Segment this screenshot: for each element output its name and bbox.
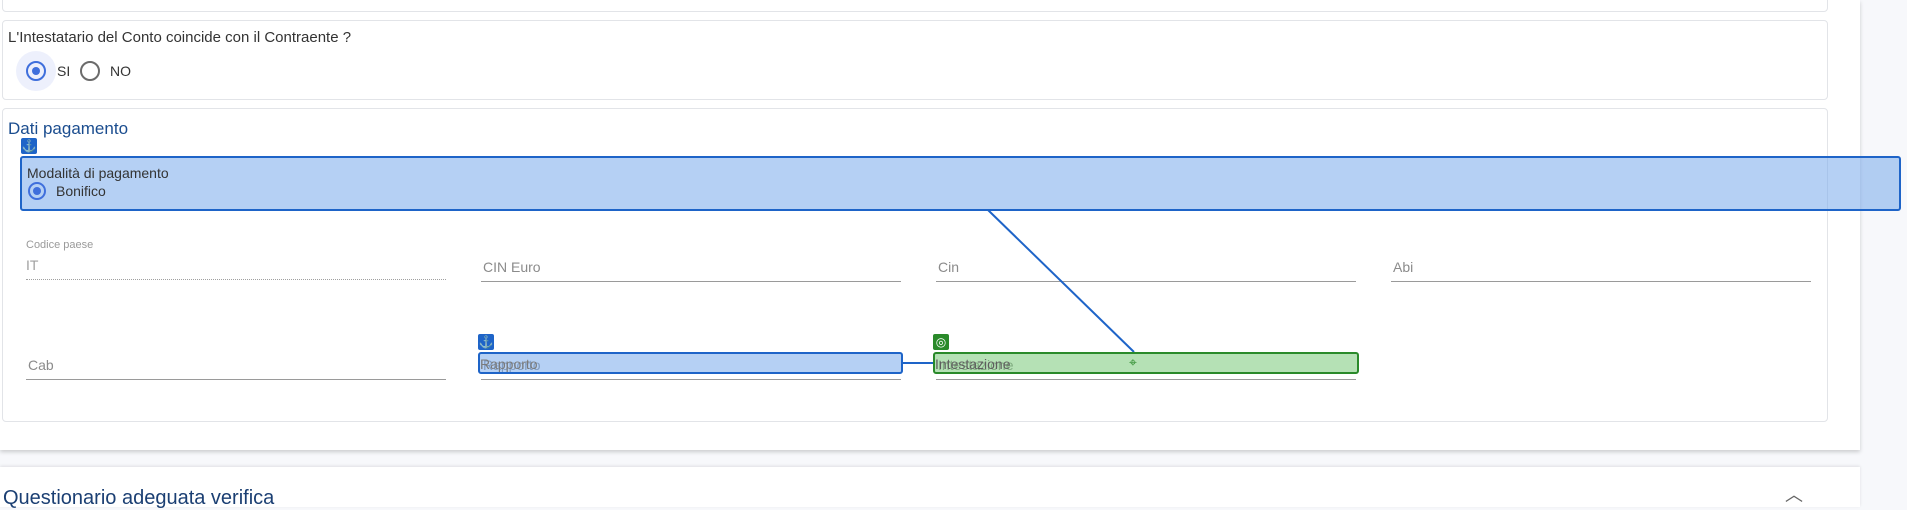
target-icon: ◎	[933, 334, 949, 350]
radio-bonifico[interactable]	[28, 182, 46, 200]
cab-underline	[26, 379, 446, 380]
payment-mode-label: Modalità di pagamento	[27, 165, 169, 181]
radio-si-dot	[32, 67, 40, 75]
payment-mode-highlight[interactable]: Modalità di pagamento Bonifico	[20, 156, 1901, 211]
radio-si[interactable]	[26, 61, 46, 81]
owner-question-card: L'Intestatario del Conto coincide con il…	[2, 20, 1828, 100]
country-code-value: IT	[26, 257, 39, 273]
cin-euro-field[interactable]: CIN Euro	[481, 259, 901, 293]
intestazione-overlay-text: Intestazione	[935, 356, 1011, 372]
owner-question-text: L'Intestatario del Conto coincide con il…	[8, 29, 352, 46]
country-code-underline	[26, 279, 446, 280]
rapporto-highlight[interactable]	[478, 352, 903, 374]
cin-field[interactable]: Cin	[936, 259, 1356, 293]
radio-si-label: SI	[57, 63, 71, 79]
previous-card	[2, 0, 1828, 12]
country-code-field: IT	[26, 255, 446, 289]
anchor-icon: ⚓	[21, 138, 37, 154]
intestazione-underline	[936, 379, 1356, 380]
abi-placeholder: Abi	[1393, 259, 1414, 275]
crosshair-icon: ⌖	[1129, 354, 1137, 370]
cin-placeholder: Cin	[938, 259, 960, 275]
abi-field[interactable]: Abi	[1391, 259, 1811, 293]
country-code-label: Codice paese	[26, 239, 94, 251]
anchor-icon-rapporto: ⚓	[478, 334, 494, 350]
section-title-payment: Dati pagamento	[8, 119, 129, 138]
abi-underline	[1391, 281, 1811, 282]
chevron-up-icon[interactable]: ︿	[1785, 481, 1803, 507]
cin-underline	[936, 281, 1356, 282]
radio-no-label: NO	[110, 63, 131, 79]
cin-euro-underline	[481, 281, 901, 282]
radio-no[interactable]	[80, 61, 100, 81]
rapporto-underline	[481, 379, 901, 380]
cab-placeholder: Cab	[28, 357, 54, 373]
cin-euro-placeholder: CIN Euro	[483, 259, 541, 275]
rapporto-overlay-text: Rapporto	[480, 356, 538, 372]
radio-bonifico-label: Bonifico	[56, 183, 106, 199]
questionnaire-card[interactable]: Questionario adeguata verifica ︿	[0, 467, 1860, 509]
radio-bonifico-dot	[33, 187, 41, 195]
cab-field[interactable]: Cab	[26, 357, 446, 391]
